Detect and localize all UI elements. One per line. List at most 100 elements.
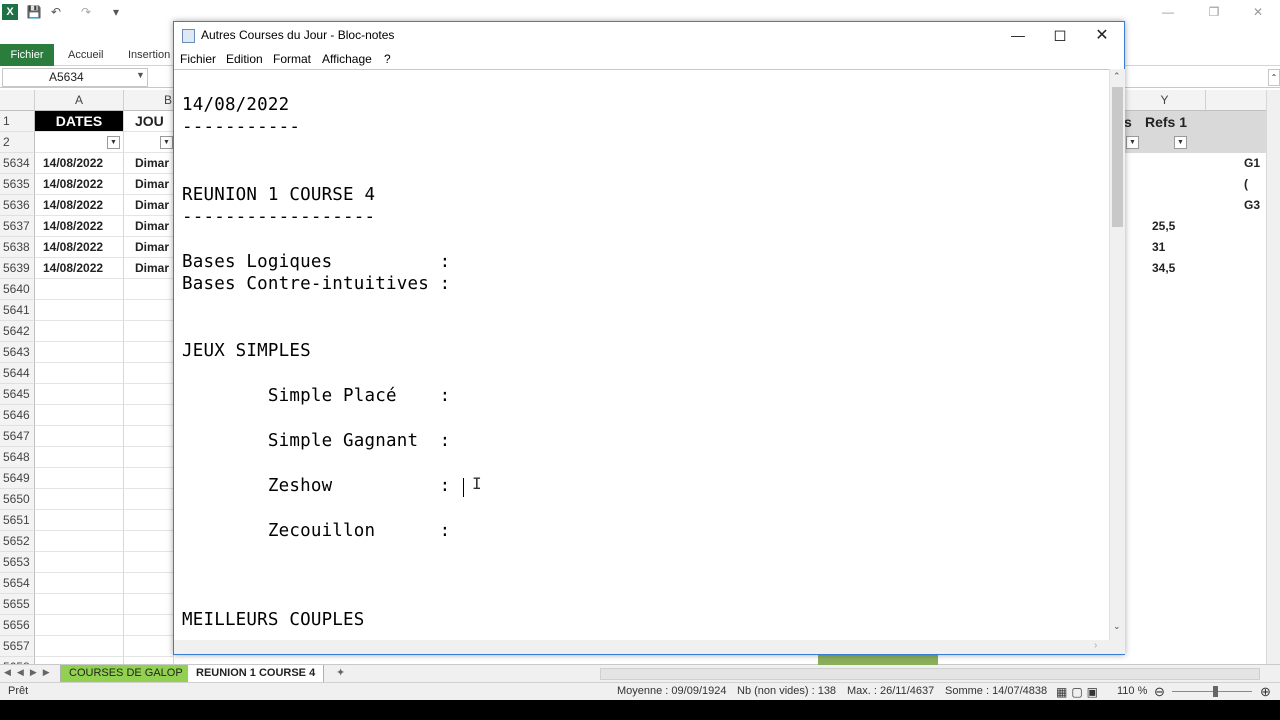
cell-a[interactable]: [35, 447, 124, 468]
new-sheet-icon[interactable]: ✦: [336, 666, 345, 679]
column-header-z[interactable]: [1206, 90, 1268, 111]
row-header[interactable]: 5640: [0, 279, 35, 300]
cell-a[interactable]: [35, 489, 124, 510]
cell-a[interactable]: [35, 405, 124, 426]
row-header[interactable]: 5644: [0, 363, 35, 384]
cell-a[interactable]: [35, 468, 124, 489]
menu-edition[interactable]: Edition: [226, 52, 263, 66]
cell-a[interactable]: 14/08/2022: [35, 195, 124, 216]
excel-horizontal-scrollbar[interactable]: [600, 668, 1260, 680]
cell-b[interactable]: [124, 321, 174, 342]
cell-b[interactable]: Dimar: [124, 216, 174, 237]
cell-z-value[interactable]: (: [1244, 177, 1248, 191]
notepad-vscroll-thumb[interactable]: [1112, 87, 1123, 227]
menu-help[interactable]: ?: [384, 52, 391, 66]
cell-a[interactable]: [35, 510, 124, 531]
cell-b[interactable]: Dimar: [124, 153, 174, 174]
cell-b[interactable]: [124, 573, 174, 594]
cell-b[interactable]: [124, 594, 174, 615]
row-header[interactable]: 5645: [0, 384, 35, 405]
row-header[interactable]: 5642: [0, 321, 35, 342]
cell-a[interactable]: 14/08/2022: [35, 258, 124, 279]
menu-format[interactable]: Format: [273, 52, 311, 66]
cell-a[interactable]: [35, 321, 124, 342]
cell-b[interactable]: Dimar: [124, 174, 174, 195]
save-icon[interactable]: 💾: [26, 4, 42, 20]
row-header[interactable]: 5641: [0, 300, 35, 321]
cell-a[interactable]: 14/08/2022: [35, 216, 124, 237]
cell-y-value[interactable]: 34,5: [1152, 261, 1175, 275]
filter-dropdown-icon[interactable]: ▼: [1174, 136, 1187, 149]
row-header[interactable]: 5638: [0, 237, 35, 258]
notepad-close-icon[interactable]: ✕: [1081, 22, 1123, 49]
row-header[interactable]: 5637: [0, 216, 35, 237]
notepad-text-area[interactable]: 14/08/2022 ----------- REUNION 1 COURSE 4-…: [174, 69, 1109, 640]
cell-b[interactable]: Dimar: [124, 258, 174, 279]
column-header-a[interactable]: A: [35, 90, 124, 111]
zoom-in-icon[interactable]: ⊕: [1260, 683, 1271, 700]
row-header[interactable]: 5655: [0, 594, 35, 615]
cell-b[interactable]: [124, 405, 174, 426]
tab-insertion[interactable]: Insertion: [128, 44, 170, 66]
cell-a[interactable]: [35, 636, 124, 657]
cell-b[interactable]: [124, 552, 174, 573]
row-header[interactable]: 5634: [0, 153, 35, 174]
cell-b[interactable]: Dimar: [124, 237, 174, 258]
notepad-minimize-icon[interactable]: —: [997, 22, 1039, 49]
row-header[interactable]: 5651: [0, 510, 35, 531]
cell-a[interactable]: 14/08/2022: [35, 237, 124, 258]
cell-b[interactable]: [124, 531, 174, 552]
cell-a[interactable]: [35, 363, 124, 384]
zoom-slider[interactable]: [1172, 691, 1252, 692]
cell-b[interactable]: [124, 615, 174, 636]
sheet-tab-reunion-1-course-4[interactable]: REUNION 1 COURSE 4: [187, 665, 325, 683]
row-header[interactable]: 1: [0, 111, 35, 132]
zoom-out-icon[interactable]: ⊖: [1154, 683, 1165, 700]
scroll-down-icon[interactable]: ⌄: [1113, 621, 1121, 632]
scroll-up-icon[interactable]: ⌃: [1113, 71, 1121, 82]
cell-b[interactable]: [124, 468, 174, 489]
menu-affichage[interactable]: Affichage: [322, 52, 372, 66]
row-header[interactable]: 5652: [0, 531, 35, 552]
row-header[interactable]: 5636: [0, 195, 35, 216]
cell-a[interactable]: 14/08/2022: [35, 153, 124, 174]
row-header[interactable]: 5649: [0, 468, 35, 489]
select-all-corner[interactable]: [0, 90, 35, 111]
cell-b[interactable]: [124, 363, 174, 384]
row-header[interactable]: 5657: [0, 636, 35, 657]
tab-fichier[interactable]: Fichier: [0, 44, 54, 66]
cell-b[interactable]: [124, 636, 174, 657]
row-header[interactable]: 2: [0, 132, 35, 153]
cell-b[interactable]: Dimar: [124, 195, 174, 216]
notepad-horizontal-scrollbar[interactable]: ›: [174, 640, 1109, 654]
notepad-maximize-icon[interactable]: ◻: [1039, 22, 1081, 49]
cell-a[interactable]: [35, 615, 124, 636]
excel-vertical-scrollbar[interactable]: [1266, 90, 1280, 666]
row-header[interactable]: 5650: [0, 489, 35, 510]
cell-z-value[interactable]: G3: [1244, 198, 1260, 212]
filter-dropdown-icon[interactable]: ▼: [107, 136, 120, 149]
row-header[interactable]: 5648: [0, 447, 35, 468]
cell-a[interactable]: 14/08/2022: [35, 174, 124, 195]
header-dates[interactable]: DATES: [35, 111, 124, 132]
row-header[interactable]: 5639: [0, 258, 35, 279]
cell-b[interactable]: [124, 300, 174, 321]
namebox-dropdown-icon[interactable]: ▼: [136, 70, 145, 80]
cell-z-value[interactable]: G1: [1244, 156, 1260, 170]
cell-a[interactable]: [35, 300, 124, 321]
cell-a[interactable]: [35, 594, 124, 615]
row-header[interactable]: 5647: [0, 426, 35, 447]
cell-a[interactable]: [35, 426, 124, 447]
cell-a[interactable]: [35, 552, 124, 573]
header-jour[interactable]: JOU: [124, 111, 174, 132]
customize-toolbar-icon[interactable]: ▾: [108, 4, 124, 20]
excel-restore-icon[interactable]: ❐: [1206, 4, 1222, 20]
formula-expand-icon[interactable]: ⌃: [1268, 69, 1280, 86]
cell-b[interactable]: [124, 447, 174, 468]
notepad-titlebar[interactable]: Autres Courses du Jour - Bloc-notes — ◻ …: [174, 22, 1124, 49]
sheet-nav-arrows-icon[interactable]: ◀◀▶▶: [4, 667, 56, 678]
view-mode-icons[interactable]: ▦▢▣: [1056, 684, 1102, 701]
cell-y-value[interactable]: 31: [1152, 240, 1165, 254]
namebox[interactable]: A5634: [2, 68, 148, 87]
cell-b[interactable]: [124, 489, 174, 510]
